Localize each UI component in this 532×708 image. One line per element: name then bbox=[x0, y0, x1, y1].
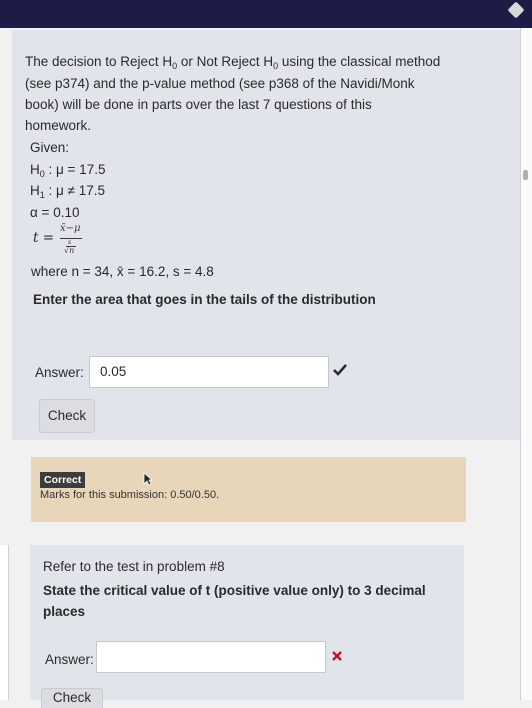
h-symbol: H bbox=[30, 183, 40, 198]
fraction-numerator: x̄−μ bbox=[60, 223, 81, 234]
subscript: 0 bbox=[172, 61, 178, 71]
check-button[interactable]: Check bbox=[39, 399, 95, 433]
check-button-2[interactable]: Check bbox=[41, 688, 103, 708]
scrollbar-thumb[interactable] bbox=[523, 170, 528, 180]
q2-text-line-1: Refer to the test in problem #8 bbox=[43, 559, 225, 574]
answer-input[interactable]: 0.05 bbox=[89, 356, 329, 388]
subscript: 1 bbox=[39, 190, 45, 200]
correct-check-icon bbox=[333, 364, 347, 376]
hypothesis-value: : μ = 17.5 bbox=[44, 162, 106, 177]
menu-indicator-icon[interactable] bbox=[507, 1, 525, 19]
answer-label: Answer: bbox=[35, 365, 84, 380]
answer-label-2: Answer: bbox=[45, 652, 94, 667]
scrollbar-track[interactable] bbox=[520, 28, 532, 700]
t-label: t = bbox=[33, 230, 55, 246]
question-text-line-1: The decision to Reject H0 or Not Reject … bbox=[25, 52, 440, 73]
incorrect-x-icon bbox=[332, 651, 342, 661]
marks-text: Marks for this submission: 0.50/0.50. bbox=[40, 489, 220, 501]
text-part: using the classical method bbox=[278, 54, 441, 69]
correct-badge: Correct bbox=[40, 472, 86, 488]
answer-input-2[interactable] bbox=[96, 641, 326, 673]
answer-value: 0.05 bbox=[100, 364, 127, 379]
null-hypothesis: H0 : μ = 17.5 bbox=[30, 160, 105, 181]
text-part: The decision to Reject H bbox=[25, 54, 173, 69]
subscript: 0 bbox=[39, 169, 45, 179]
text-part: or Not Reject H bbox=[177, 54, 274, 69]
alpha-level: α = 0.10 bbox=[30, 205, 80, 220]
given-label: Given: bbox=[30, 140, 70, 155]
question-text-line-4: homework. bbox=[25, 118, 92, 133]
alternative-hypothesis: H1 : μ ≠ 17.5 bbox=[30, 181, 105, 202]
mouse-cursor-icon bbox=[143, 472, 153, 486]
q2-text-line-2: State the critical value of t (positive … bbox=[43, 583, 426, 598]
fraction-denominator: √n bbox=[64, 246, 75, 255]
question-text-line-2: (see p374) and the p-value method (see p… bbox=[25, 76, 415, 91]
subscript: 0 bbox=[273, 61, 279, 71]
t-equals: t = bbox=[33, 228, 54, 248]
q2-text-line-3: places bbox=[43, 604, 86, 619]
given-values: where n = 34, x̄ = 16.2, s = 4.8 bbox=[31, 264, 214, 279]
h-symbol: H bbox=[30, 162, 40, 177]
question-prompt: Enter the area that goes in the tails of… bbox=[33, 292, 376, 307]
top-bar bbox=[0, 0, 532, 28]
fraction-inner-numerator: s bbox=[68, 239, 72, 246]
left-margin-divider bbox=[0, 545, 9, 700]
question-text-line-3: book) will be done in parts over the las… bbox=[25, 97, 372, 112]
hypothesis-value: : μ ≠ 17.5 bbox=[44, 183, 105, 198]
